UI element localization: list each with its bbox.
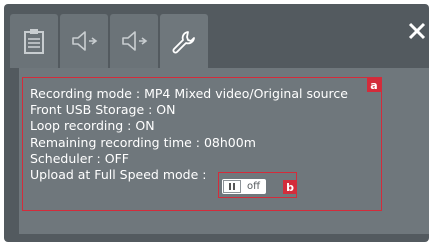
tab-audio-left[interactable] xyxy=(60,14,108,68)
tab-settings[interactable] xyxy=(160,14,208,70)
clipboard-icon xyxy=(24,29,44,54)
loop-recording-text: Loop recording : ON xyxy=(30,118,155,134)
front-usb-text: Front USB Storage : ON xyxy=(30,102,176,118)
scheduler-text: Scheduler : OFF xyxy=(30,150,129,166)
remaining-time-text: Remaining recording time : 08h00m xyxy=(30,134,256,150)
annotation-badge-a: a xyxy=(367,78,381,92)
recording-mode-text: Recording mode : MP4 Mixed video/Origina… xyxy=(30,86,348,101)
tab-clipboard[interactable] xyxy=(10,14,58,68)
close-icon xyxy=(408,22,426,40)
wrench-icon xyxy=(172,31,195,54)
toggle-knob xyxy=(223,180,241,193)
status-list: Recording mode : MP4 Mixed video/Origina… xyxy=(30,86,348,183)
speaker-right-icon xyxy=(122,31,148,51)
speaker-left-icon xyxy=(72,31,98,51)
annotation-badge-b: b xyxy=(283,180,297,194)
upload-label: Upload at Full Speed mode : xyxy=(30,167,207,183)
tab-audio-right[interactable] xyxy=(110,14,158,68)
close-button[interactable] xyxy=(404,18,430,44)
toggle-state-label: off xyxy=(246,181,260,192)
full-speed-toggle[interactable]: off xyxy=(222,179,266,194)
status-panel: a Recording mode : MP4 Mixed video/Origi… xyxy=(19,68,429,234)
upload-row: Upload at Full Speed mode : xyxy=(30,167,348,183)
settings-window: a Recording mode : MP4 Mixed video/Origi… xyxy=(4,4,429,242)
